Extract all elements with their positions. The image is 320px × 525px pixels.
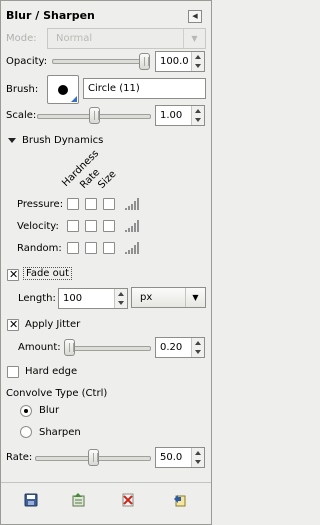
velocity-label: Velocity: [17,221,59,232]
scale-value: 1.00 [160,110,183,121]
reset-icon[interactable] [172,493,186,507]
brush-dynamics-expander[interactable]: Brush Dynamics [22,135,103,146]
rate-value: 50.0 [160,452,183,463]
opacity-spinbox[interactable]: 100.0 [155,51,205,72]
opacity-slider[interactable] [52,59,150,64]
brush-name-value: Circle (11) [88,83,140,94]
mode-combo[interactable]: Normal ▼ [47,28,206,49]
brush-preview-button[interactable] [47,75,79,104]
rate-slider-handle[interactable] [88,449,99,466]
bottom-separator [1,482,211,483]
spin-arrows-icon[interactable] [191,338,204,357]
spin-arrows-icon[interactable] [191,106,204,125]
length-spinbox[interactable]: 100 [58,288,128,309]
delete-icon[interactable] [121,493,135,507]
pressure-curve-icon[interactable] [125,198,139,210]
apply-jitter-label[interactable]: Apply Jitter [25,319,80,330]
expander-arrow-icon[interactable] [8,138,16,143]
rate-label: Rate: [6,452,33,463]
pressure-rate-checkbox[interactable] [85,198,97,210]
blur-radio-label[interactable]: Blur [39,405,59,416]
mode-label: Mode: [6,33,37,44]
opacity-label: Opacity: [6,56,48,67]
blur-radio[interactable] [20,405,32,417]
fade-out-checkbox[interactable] [7,268,19,282]
velocity-curve-icon[interactable] [125,220,139,232]
amount-label: Amount: [18,342,61,353]
save-icon[interactable] [24,493,38,507]
pressure-label: Pressure: [17,199,64,210]
random-label: Random: [17,243,62,254]
velocity-rate-checkbox[interactable] [85,220,97,232]
corner-triangle-icon [71,96,77,102]
amount-slider-handle[interactable] [64,339,75,356]
length-unit-combo[interactable]: px ▼ [131,287,206,308]
length-label: Length: [18,293,56,304]
pressure-size-checkbox[interactable] [103,198,115,210]
sharpen-radio-label[interactable]: Sharpen [39,427,81,438]
brush-label: Brush: [6,84,39,95]
length-value: 100 [63,293,83,304]
panel-title: Blur / Sharpen [6,9,95,22]
amount-spinbox[interactable]: 0.20 [155,337,205,358]
random-hardness-checkbox[interactable] [67,242,79,254]
scale-label: Scale: [6,110,37,121]
rate-spinbox[interactable]: 50.0 [155,447,205,468]
random-rate-checkbox[interactable] [85,242,97,254]
velocity-hardness-checkbox[interactable] [67,220,79,232]
length-unit-value: px [140,292,153,303]
chevron-down-icon: ▼ [183,29,205,48]
fade-out-label[interactable]: Fade out [23,267,73,280]
amount-slider[interactable] [64,346,151,351]
spin-arrows-icon[interactable] [191,52,204,71]
opacity-slider-handle[interactable] [139,53,150,70]
velocity-size-checkbox[interactable] [103,220,115,232]
restore-icon[interactable] [71,493,85,507]
hard-edge-label[interactable]: Hard edge [25,366,77,377]
random-size-checkbox[interactable] [103,242,115,254]
mode-value: Normal [56,33,93,44]
scale-slider-handle[interactable] [89,107,100,124]
random-curve-icon[interactable] [125,242,139,254]
amount-value: 0.20 [160,342,183,353]
sharpen-radio[interactable] [20,426,32,438]
chevron-down-icon: ▼ [185,288,205,307]
tab-menu-icon[interactable]: ◀ [188,10,202,23]
opacity-value: 100.0 [160,56,189,67]
pressure-hardness-checkbox[interactable] [67,198,79,210]
scale-spinbox[interactable]: 1.00 [155,105,205,126]
brush-name-field[interactable]: Circle (11) [83,78,206,99]
spin-arrows-icon[interactable] [114,289,127,308]
brush-dot-icon [58,85,68,95]
convolve-type-label: Convolve Type (Ctrl) [6,388,108,399]
spin-arrows-icon[interactable] [191,448,204,467]
apply-jitter-checkbox[interactable] [7,318,19,332]
hard-edge-checkbox[interactable] [7,366,19,378]
